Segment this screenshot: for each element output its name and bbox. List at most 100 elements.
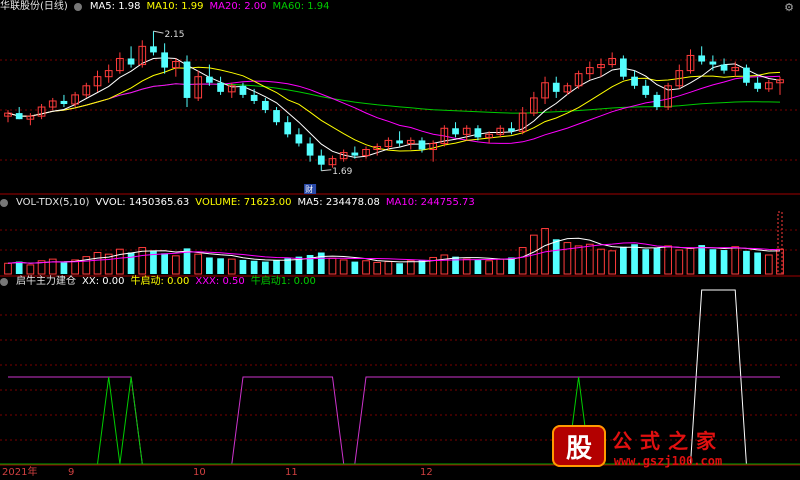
- candle-body-down: [60, 100, 68, 104]
- candle-body-down: [261, 100, 269, 111]
- volume-bar-up: [462, 258, 471, 275]
- volume-bar-up: [26, 264, 35, 275]
- candle-body-down: [396, 140, 403, 144]
- candle-body-down: [317, 155, 325, 165]
- volume-bar-down: [127, 252, 135, 274]
- volume-bar-up: [485, 260, 493, 275]
- x-label-dec: 12: [420, 467, 433, 478]
- xxx-label: XXX: 0.50: [195, 276, 245, 287]
- candle-body-down: [250, 94, 258, 101]
- candle-body-down: [709, 61, 717, 65]
- vol-title: VOL-TDX(5,10): [16, 197, 90, 208]
- x-label-sep: 9: [68, 467, 75, 478]
- volume-bar-down: [754, 252, 761, 274]
- volume-bar-down: [273, 259, 280, 274]
- candle-body-down: [161, 52, 168, 68]
- vvol-label: VVOL: 1450365.63: [95, 197, 190, 208]
- kline-chart-canvas: 2.15 1.69 财: [0, 30, 800, 466]
- volume-bar-down: [631, 244, 638, 274]
- volume-bar-up: [194, 253, 203, 275]
- volume-bar-up: [362, 260, 370, 275]
- volume-bar-down: [698, 245, 706, 274]
- low-label: 1.69: [332, 167, 352, 177]
- volume-bar-down: [720, 250, 728, 274]
- candle-body-down: [620, 58, 627, 77]
- stock-title: 华联股份(日线): [0, 1, 68, 12]
- volume-bar-down: [474, 259, 482, 274]
- volume-bar-down: [161, 253, 168, 274]
- candle-body-down: [743, 67, 750, 83]
- volume-bar-up: [93, 252, 102, 275]
- ma20-line: [7, 75, 781, 144]
- candle-body-down: [206, 76, 213, 83]
- settings-dot-icon[interactable]: [0, 199, 8, 207]
- volume-bar-up: [384, 261, 393, 275]
- candle-body-down: [15, 113, 23, 120]
- niu1-label: 牛启动1: 0.00: [250, 276, 316, 287]
- xx-label: XX: 0.00: [82, 276, 125, 287]
- ma5-line: [7, 57, 781, 158]
- volume-bar-up: [171, 255, 180, 275]
- volume-bar-up: [675, 249, 684, 275]
- volume-bar-up: [328, 257, 337, 275]
- volume-bar-up: [496, 258, 505, 275]
- candle-body-down: [418, 140, 426, 150]
- vol-ma5-label: MA5: 234478.08: [297, 197, 380, 208]
- candle-body-down: [508, 128, 515, 132]
- volume-bar-up: [585, 243, 594, 275]
- cai-label: 财: [305, 184, 313, 194]
- candle-body-down: [552, 82, 560, 92]
- volume-bar-up: [48, 258, 57, 275]
- candle-body-down: [452, 128, 459, 135]
- volume-bar-down: [508, 257, 515, 274]
- settings-dot-icon[interactable]: [73, 3, 82, 11]
- volume-bar-down: [206, 257, 213, 274]
- candle-body-down: [295, 134, 303, 144]
- volume-bar-up: [227, 258, 236, 275]
- ma10-label: MA10: 1.99: [146, 1, 204, 12]
- volume-bar-down: [653, 247, 661, 274]
- volume-bar-up: [339, 259, 348, 275]
- volume-bar-up: [608, 250, 617, 275]
- high-label: 2.15: [164, 30, 184, 40]
- volume-bar-down: [396, 263, 403, 274]
- logo-url: www.gszj100.com: [613, 453, 723, 468]
- volume-bar-up: [4, 262, 12, 275]
- niu-label: 牛启动: 0.00: [130, 276, 190, 287]
- candle-body-down: [239, 85, 247, 95]
- candle-body-down: [183, 61, 191, 98]
- candle-body-down: [698, 55, 706, 62]
- volume-bar-down: [217, 258, 224, 274]
- indicator-header: 启牛主力建仓 XX: 0.00 牛启动: 0.00 XXX: 0.50 牛启动1…: [0, 275, 316, 289]
- ma60-label: MA60: 1.94: [272, 1, 330, 12]
- settings-dot-icon[interactable]: [0, 278, 8, 286]
- watermark-logo: 股 公式之家 www.gszj100.com: [552, 418, 724, 474]
- candle-body-down: [351, 152, 359, 156]
- candle-body-down: [631, 76, 638, 86]
- gear-icon[interactable]: ⚙: [784, 1, 794, 14]
- volume-label: VOLUME: 71623.00: [195, 197, 292, 208]
- volume-bar-down: [250, 260, 258, 274]
- price-header: 华联股份(日线) MA5: 1.98 MA10: 1.99 MA20: 2.00…: [0, 0, 330, 14]
- volume-bar-down: [552, 239, 560, 274]
- volume-bar-down: [642, 249, 650, 274]
- volume-bar-down: [284, 258, 292, 274]
- x-label-year: 2021年: [2, 467, 38, 478]
- volume-bar-down: [261, 261, 269, 274]
- candle-body-down: [754, 82, 761, 89]
- volume-bar-down: [620, 246, 627, 274]
- candle-body-down: [720, 64, 728, 71]
- high-marker: [153, 30, 164, 34]
- volume-bar-down: [15, 261, 23, 274]
- volume-bar-down: [743, 250, 750, 274]
- candle-body-down: [306, 143, 314, 156]
- volume-bar-up: [563, 242, 572, 275]
- volume-bar-down: [317, 252, 325, 274]
- candle-body-down: [284, 122, 292, 135]
- volume-bar-down: [452, 256, 459, 274]
- low-marker: [321, 169, 332, 172]
- volume-bar-down: [60, 262, 68, 274]
- candle-body-down: [642, 85, 650, 95]
- volume-bar-up: [764, 254, 773, 275]
- candle-body-down: [150, 46, 157, 53]
